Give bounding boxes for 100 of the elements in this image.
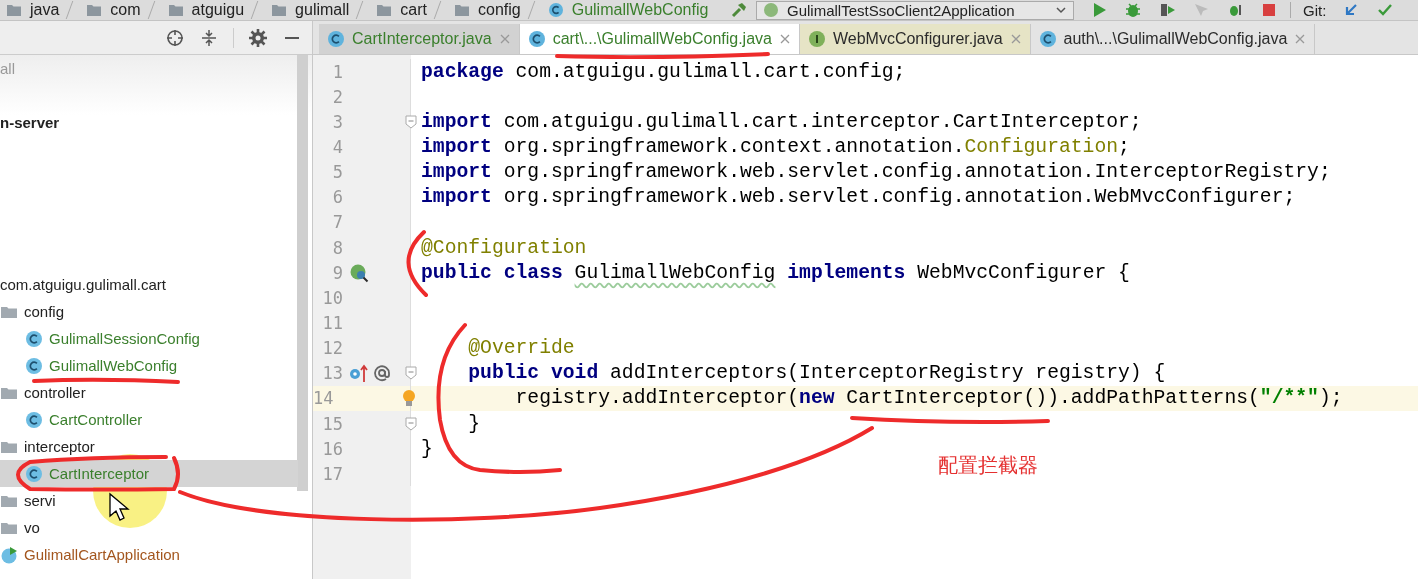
- code-token: ;: [1118, 136, 1130, 158]
- code-token: addInterceptors(InterceptorRegistry registry) {: [609, 362, 1166, 385]
- bean-icon[interactable]: [349, 262, 369, 283]
- class-icon: [25, 329, 43, 348]
- tree-item[interactable]: vo: [0, 514, 298, 541]
- editor-tab[interactable]: cart\...\GulimallWebConfig.java: [519, 24, 800, 54]
- tree-item[interactable]: n-server: [0, 109, 298, 136]
- annotation-icon[interactable]: [372, 363, 392, 384]
- hammer-icon[interactable]: [730, 1, 748, 19]
- code-token: com.atguigu.gulimall.cart.config;: [514, 60, 906, 83]
- close-icon[interactable]: [1009, 33, 1022, 45]
- code-token: registry.addInterceptor(: [514, 387, 800, 410]
- tree-item[interactable]: GulimallCartApplication: [0, 541, 298, 568]
- code-token: Configuration: [964, 136, 1119, 158]
- folder-icon: [6, 2, 22, 18]
- code-token: "/**": [1259, 387, 1319, 410]
- line-number: 5: [331, 162, 343, 183]
- code-token: GulimallWebConfig: [574, 261, 776, 284]
- mouse-pointer-icon: [109, 492, 130, 521]
- breadcrumb-item[interactable]: atguigu: [191, 1, 245, 19]
- code-token: );: [1318, 387, 1343, 410]
- editor-tab[interactable]: WebMvcConfigurer.java: [799, 24, 1031, 54]
- line-number: 6: [331, 187, 343, 208]
- folder-icon: [271, 2, 288, 18]
- tree-item[interactable]: GulimallSessionConfig: [0, 325, 298, 352]
- line-number: 17: [321, 463, 343, 484]
- breadcrumb-item[interactable]: java: [30, 1, 60, 19]
- code-token: package: [421, 60, 504, 83]
- line-number: 8: [331, 237, 343, 258]
- code-token: @Override: [467, 337, 575, 360]
- class-icon: [1038, 30, 1057, 48]
- scrollbar-thumb[interactable]: [297, 55, 308, 491]
- folder-icon: [454, 2, 470, 18]
- vcs-label: Git:: [1303, 1, 1327, 19]
- class-icon: [327, 30, 345, 48]
- code-token: }: [421, 437, 433, 460]
- line-number: 10: [321, 287, 343, 308]
- folder-icon: [376, 2, 393, 18]
- class-icon: [527, 30, 546, 48]
- tree-item[interactable]: GulimallWebConfig: [0, 352, 298, 379]
- line-number: 3: [331, 111, 343, 132]
- code-token: new: [799, 387, 835, 410]
- code-token: WebMvcConfigurer {: [916, 261, 1130, 284]
- close-icon[interactable]: [778, 33, 791, 45]
- locate-icon[interactable]: [165, 27, 185, 48]
- breadcrumb-item[interactable]: cart: [400, 1, 427, 19]
- class-icon: [25, 356, 43, 375]
- collapse-icon[interactable]: [199, 27, 219, 48]
- line-number: 15: [321, 413, 343, 434]
- line-number: 9: [331, 262, 343, 283]
- coverage-icon[interactable]: [1158, 1, 1176, 19]
- tree-item[interactable]: com.atguigu.gulimall.cart: [0, 271, 298, 298]
- line-number: 14: [313, 388, 334, 409]
- stop-icon[interactable]: [1260, 1, 1278, 19]
- code-token: @Configuration: [421, 236, 587, 259]
- settings-icon[interactable]: [248, 27, 268, 48]
- close-icon[interactable]: [1294, 33, 1307, 45]
- annotation-note: 配置拦截器: [938, 452, 1038, 479]
- line-number: 12: [321, 338, 343, 359]
- run-config-dropdown[interactable]: GulimallTestSsoClient2Application: [756, 0, 1074, 20]
- code-token: com.atguigu.gulimall.cart.interceptor.CartInterceptor;: [502, 110, 1142, 133]
- folder-icon: [167, 2, 184, 18]
- fold-marker-icon[interactable]: [405, 366, 417, 381]
- tree-item[interactable]: CartController: [0, 406, 298, 433]
- code-token: }: [467, 412, 481, 435]
- line-number: 1: [331, 61, 343, 82]
- breadcrumb-item[interactable]: GulimallWebConfig: [571, 1, 709, 19]
- line-number: 2: [331, 86, 343, 107]
- line-number: 16: [321, 438, 343, 459]
- code-token: public class: [421, 261, 564, 284]
- class-icon: [547, 2, 564, 18]
- code-token: implements: [786, 261, 906, 284]
- line-number: 4: [331, 137, 343, 157]
- class-icon: [25, 464, 43, 483]
- breadcrumb-item[interactable]: config: [478, 1, 521, 19]
- app-class-icon: [0, 545, 18, 564]
- close-icon[interactable]: [498, 33, 511, 45]
- fold-marker-icon[interactable]: [405, 416, 417, 431]
- class-icon: [25, 410, 43, 429]
- code-token: org.springframework.web.servlet.config.annotation.InterceptorRegistry;: [502, 161, 1331, 184]
- code-token: import: [421, 161, 492, 184]
- chevron-down-icon: [1055, 4, 1067, 16]
- code-token: org.springframework.web.servlet.config.annotation.WebMvcConfigurer;: [502, 186, 1296, 209]
- override-icon[interactable]: [349, 363, 369, 384]
- fold-marker-icon[interactable]: [405, 114, 417, 129]
- interface-icon: [807, 30, 826, 48]
- code-token: public void: [467, 362, 599, 385]
- code-token: CartInterceptor()).addPathPatterns(: [845, 387, 1260, 410]
- tree-item[interactable]: interceptor: [0, 433, 298, 460]
- code-token: import: [421, 110, 492, 133]
- breadcrumb-item[interactable]: gulimall: [295, 1, 350, 19]
- code-token: import: [421, 136, 492, 158]
- code-token: import: [421, 186, 492, 209]
- breadcrumb-item[interactable]: com: [110, 1, 141, 19]
- line-number: 7: [331, 212, 343, 233]
- code-token: org.springframework.context.annotation.: [502, 136, 965, 158]
- tree-item[interactable]: config: [0, 298, 298, 325]
- line-number: 11: [321, 312, 343, 333]
- tree-item[interactable]: controller: [0, 379, 298, 406]
- folder-icon: [86, 2, 103, 18]
